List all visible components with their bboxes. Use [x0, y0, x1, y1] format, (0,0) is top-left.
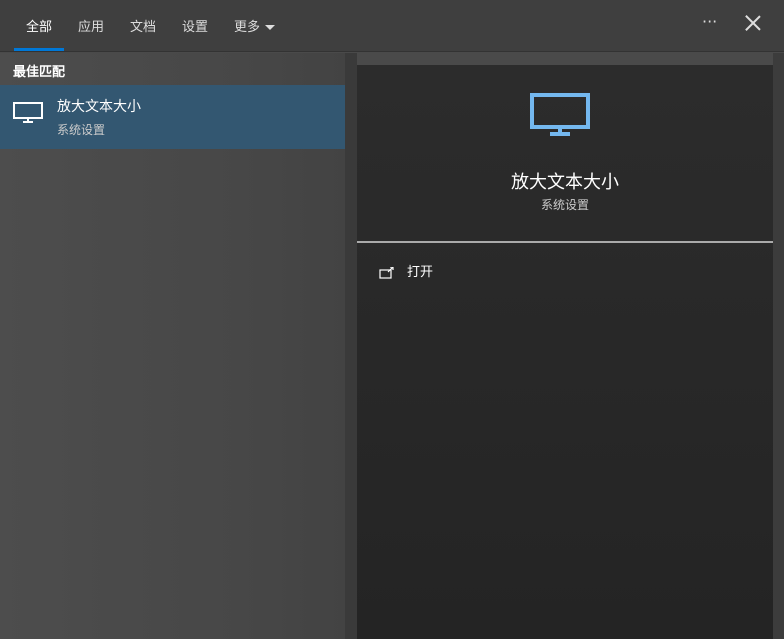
tab-all[interactable]: 全部 — [26, 16, 52, 35]
close-button[interactable] — [744, 14, 762, 32]
active-tab-indicator — [14, 48, 64, 51]
filter-bar: 全部 应用 文档 设置 更多 ··· — [0, 0, 784, 52]
detail-divider — [357, 241, 773, 243]
tab-more[interactable]: 更多 — [234, 16, 276, 35]
monitor-icon — [530, 93, 590, 136]
tab-more-label: 更多 — [234, 20, 261, 35]
result-item[interactable]: 放大文本大小 系统设置 — [0, 85, 345, 149]
tab-apps[interactable]: 应用 — [78, 16, 104, 35]
chevron-down-icon — [265, 25, 276, 30]
detail-pane: 放大文本大小 系统设置 打开 — [357, 65, 773, 639]
tab-settings[interactable]: 设置 — [182, 16, 208, 35]
tab-documents[interactable]: 文档 — [130, 16, 156, 35]
best-match-heading: 最佳匹配 — [13, 65, 66, 80]
detail-title: 放大文本大小 — [511, 172, 619, 193]
open-action[interactable]: 打开 — [379, 261, 433, 280]
right-edge — [773, 53, 784, 639]
pane-divider — [345, 53, 357, 639]
open-label: 打开 — [407, 265, 434, 280]
open-external-icon — [379, 265, 394, 279]
detail-subtitle: 系统设置 — [540, 198, 589, 212]
result-subtitle: 系统设置 — [57, 123, 106, 137]
results-pane: 最佳匹配 放大文本大小 系统设置 — [0, 53, 345, 639]
monitor-icon — [13, 102, 43, 123]
result-title: 放大文本大小 — [57, 99, 141, 115]
more-options-button[interactable]: ··· — [702, 12, 717, 31]
